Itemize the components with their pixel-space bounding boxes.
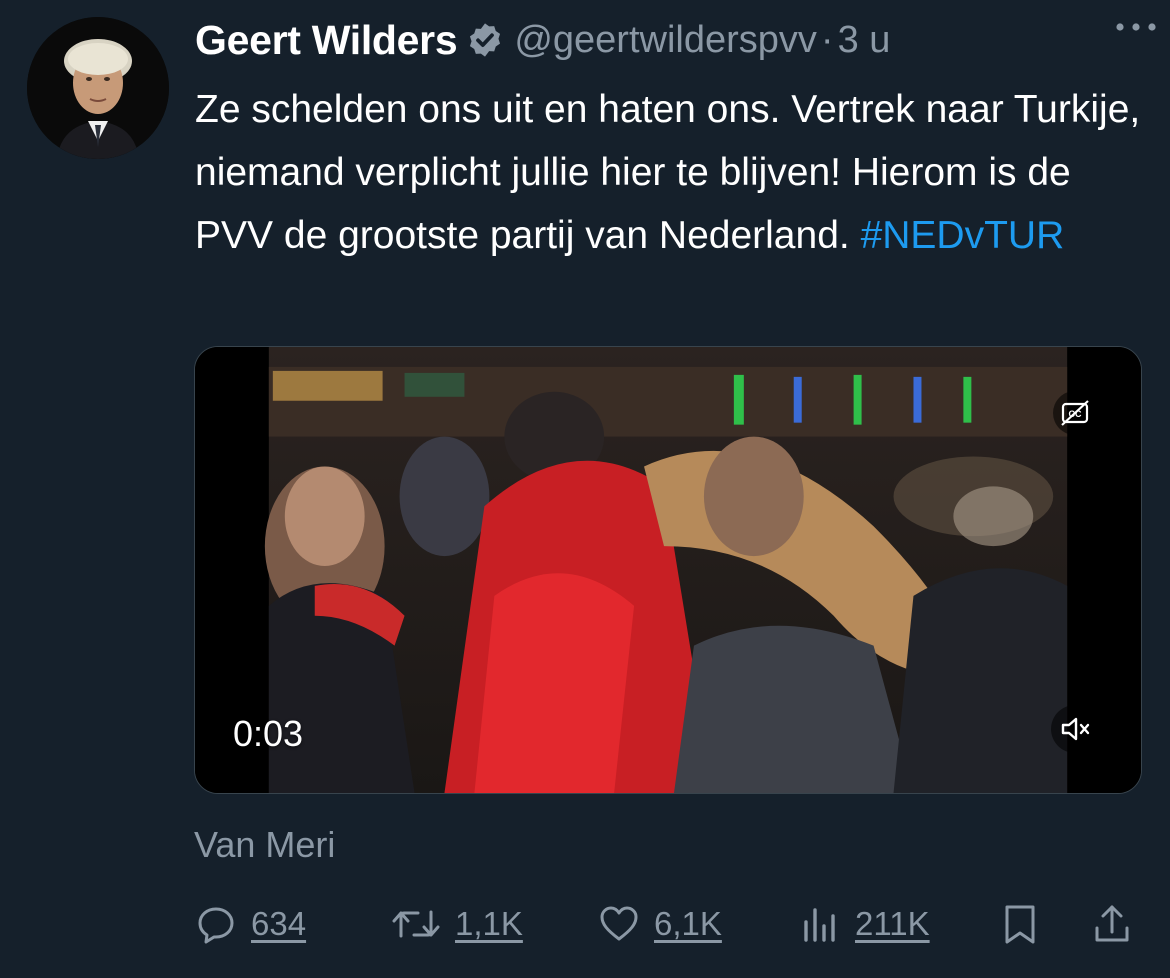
video-frame — [195, 347, 1141, 793]
retweet-button[interactable]: 1,1K — [390, 896, 523, 952]
share-icon — [1095, 905, 1129, 942]
like-button[interactable]: 6,1K — [597, 896, 722, 952]
captions-button[interactable]: CC — [1053, 391, 1097, 435]
like-count: 6,1K — [654, 905, 722, 942]
reply-icon — [198, 907, 234, 944]
closed-captions-icon: CC — [1061, 400, 1089, 426]
hashtag-link[interactable]: #NEDvTUR — [861, 214, 1065, 257]
verified-badge-icon[interactable] — [466, 21, 504, 59]
video-player[interactable]: CC 0:03 — [194, 346, 1142, 794]
analytics-icon — [804, 908, 835, 942]
share-button[interactable] — [1090, 896, 1134, 952]
unmute-button[interactable] — [1051, 705, 1099, 753]
retweet-icon — [392, 910, 440, 938]
reply-button[interactable]: 634 — [194, 896, 306, 952]
bookmark-icon — [1005, 905, 1035, 944]
tweet-header: Geert Wilders @geertwilderspvv · 3 u — [195, 12, 1145, 68]
video-duration: 0:03 — [233, 713, 304, 754]
views-button[interactable]: 211K — [798, 896, 930, 952]
bookmark-button[interactable] — [998, 896, 1042, 952]
muted-speaker-icon — [1061, 717, 1090, 741]
avatar[interactable] — [27, 17, 169, 159]
views-count: 211K — [855, 905, 930, 942]
timestamp[interactable]: 3 u — [838, 19, 891, 62]
user-handle[interactable]: @geertwilderspvv — [514, 19, 817, 62]
display-name[interactable]: Geert Wilders — [195, 17, 458, 64]
more-options-icon[interactable] — [1112, 12, 1160, 42]
retweet-count: 1,1K — [455, 905, 523, 942]
reply-count: 634 — [251, 905, 307, 942]
separator-dot: · — [820, 18, 834, 61]
profile-photo — [27, 17, 169, 159]
tweet[interactable]: Geert Wilders @geertwilderspvv · 3 u Ze … — [0, 0, 1170, 978]
heart-icon — [600, 906, 638, 941]
video-source-attribution[interactable]: Van Meri — [194, 824, 335, 866]
action-bar: 634 1,1K 6,1K 211K — [0, 896, 1170, 952]
tweet-text: Ze schelden ons uit en haten ons. Vertre… — [195, 78, 1145, 267]
